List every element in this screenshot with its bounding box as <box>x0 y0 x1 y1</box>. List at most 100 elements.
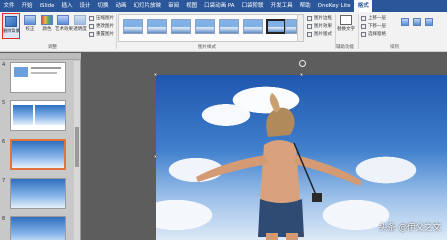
picture-styles-group-label: 图片样式 <box>198 45 216 50</box>
menu-tab-onekey[interactable]: OneKey Lite <box>314 0 354 12</box>
compress-pictures-button[interactable]: 压缩图片 <box>89 15 114 21</box>
picture-effects-button[interactable]: 图片效果 <box>307 23 332 29</box>
menu-tab-animations[interactable]: 动画 <box>112 0 130 12</box>
menu-tab-islide[interactable]: iSlide <box>36 0 58 12</box>
menu-tab-format[interactable]: 格式 <box>354 0 373 12</box>
menu-tab-slideshow[interactable]: 幻灯片放映 <box>130 0 165 12</box>
reset-picture-button[interactable]: 重置图片 <box>89 31 114 37</box>
menu-tab-transitions[interactable]: 切换 <box>94 0 112 12</box>
style-option-5[interactable] <box>219 19 239 34</box>
menu-file[interactable]: 文件 <box>0 0 18 12</box>
artistic-effects-button[interactable]: 艺术效果 <box>55 15 73 32</box>
layout-label: 图片版式 <box>314 32 332 37</box>
slide-thumbnail-pane: 4 5 6 7 8 <box>0 53 81 240</box>
thumbnail-picture <box>13 105 33 125</box>
rotate-handle[interactable] <box>299 60 306 67</box>
alt-text-icon <box>340 15 352 25</box>
menu-tab-review[interactable]: 审阅 <box>165 0 183 12</box>
menu-tab-pocket[interactable]: 口袋阶联 <box>238 0 267 12</box>
adjust-group-label: 调整 <box>48 45 57 50</box>
slide-thumbnail-5[interactable] <box>10 100 66 131</box>
effects-icon <box>307 23 312 29</box>
gallery-scroll[interactable] <box>297 15 303 41</box>
border-label: 图片边框 <box>314 16 332 21</box>
menu-tab-developer[interactable]: 开发工具 <box>267 0 296 12</box>
slide-thumbnail-4[interactable] <box>10 62 66 93</box>
style-option-8[interactable] <box>285 19 297 34</box>
corrections-button[interactable]: 校正 <box>22 15 38 32</box>
alt-text-label: 替换文字 <box>337 27 355 32</box>
thumbnail-text-line <box>31 67 61 69</box>
style-option-2[interactable] <box>147 19 167 34</box>
compress-icon <box>89 15 94 21</box>
send-backward-button[interactable]: 下移一层 <box>361 23 386 29</box>
slide-number: 8 <box>2 216 6 222</box>
group-icon <box>413 18 421 26</box>
slide-canvas: 头条 @伊父之文 <box>82 53 447 240</box>
thumbnail-picture <box>14 67 28 77</box>
color-label: 颜色 <box>42 27 52 32</box>
corrections-icon <box>24 15 36 25</box>
slide-number: 7 <box>2 178 6 184</box>
menu-bar: 文件 开始 iSlide 插入 设计 切换 动画 幻灯片放映 审阅 视图 口袋动… <box>0 0 447 12</box>
group-button[interactable] <box>412 18 422 27</box>
send-backward-label: 下移一层 <box>368 24 386 29</box>
scrollbar-thumb[interactable] <box>75 127 79 167</box>
slide-number: 5 <box>2 100 6 106</box>
resize-handle-top-left[interactable] <box>154 73 157 76</box>
align-button[interactable] <box>400 18 410 27</box>
slide-thumbnail-8[interactable] <box>10 216 66 240</box>
menu-tab-design[interactable]: 设计 <box>76 0 94 12</box>
menu-tab-help[interactable]: 帮助 <box>296 0 314 12</box>
picture-styles-gallery <box>118 14 304 42</box>
remove-background-icon <box>5 16 17 27</box>
slide-thumbnail-7[interactable] <box>10 178 66 209</box>
remove-background-label: 删除背景 <box>3 28 20 33</box>
color-button[interactable]: 颜色 <box>39 15 55 32</box>
remove-background-button[interactable]: 删除背景 <box>2 13 20 39</box>
picture-layout-button[interactable]: 图片版式 <box>307 31 332 37</box>
layout-icon <box>307 31 312 37</box>
bring-forward-button[interactable]: 上移一层 <box>361 15 386 21</box>
style-option-3[interactable] <box>171 19 191 34</box>
menu-tab-home[interactable]: 开始 <box>18 0 36 12</box>
thumbnail-picture <box>35 105 65 125</box>
alt-text-button[interactable]: 替换文字 <box>337 15 355 32</box>
menu-tab-view[interactable]: 视图 <box>183 0 201 12</box>
thumbnail-text-line <box>31 72 57 74</box>
transparency-button[interactable]: 透明度 <box>72 15 88 32</box>
reset-picture-label: 重置图片 <box>96 32 114 37</box>
slide-thumbnail-6[interactable] <box>10 139 66 170</box>
menu-tab-pocket-animation[interactable]: 口袋动画 PA <box>201 0 238 12</box>
rotate-button[interactable] <box>424 18 434 27</box>
send-backward-icon <box>361 23 366 29</box>
reset-picture-icon <box>89 31 94 37</box>
selection-pane-icon <box>361 31 366 37</box>
style-option-4[interactable] <box>195 19 215 34</box>
person-figure <box>196 93 362 240</box>
selection-pane-label: 选择窗格 <box>368 32 386 37</box>
change-picture-label: 更改图片 <box>96 24 114 29</box>
accessibility-group-label: 辅助功能 <box>336 45 354 50</box>
resize-handle-left[interactable] <box>154 155 157 158</box>
style-option-6[interactable] <box>243 19 263 34</box>
ribbon-separator <box>116 14 117 49</box>
artistic-effects-icon <box>57 15 69 25</box>
rotate-icon <box>425 18 433 26</box>
transparency-label: 透明度 <box>73 27 87 32</box>
menu-tab-insert[interactable]: 插入 <box>58 0 76 12</box>
bring-forward-icon <box>361 15 366 21</box>
artistic-effects-label: 艺术效果 <box>55 27 73 32</box>
change-picture-button[interactable]: 更改图片 <box>89 23 114 29</box>
corrections-label: 校正 <box>25 27 35 32</box>
style-option-1[interactable] <box>123 19 143 34</box>
change-picture-icon <box>89 23 94 29</box>
slide-number: 6 <box>2 139 6 145</box>
resize-handle-top[interactable] <box>300 73 303 76</box>
thumbnail-scrollbar[interactable] <box>74 61 80 240</box>
style-option-7[interactable] <box>266 19 286 34</box>
picture-border-button[interactable]: 图片边框 <box>307 15 332 21</box>
selection-pane-button[interactable]: 选择窗格 <box>361 31 386 37</box>
slide-number: 4 <box>2 62 6 68</box>
selected-picture[interactable]: 头条 @伊父之文 <box>154 73 447 240</box>
